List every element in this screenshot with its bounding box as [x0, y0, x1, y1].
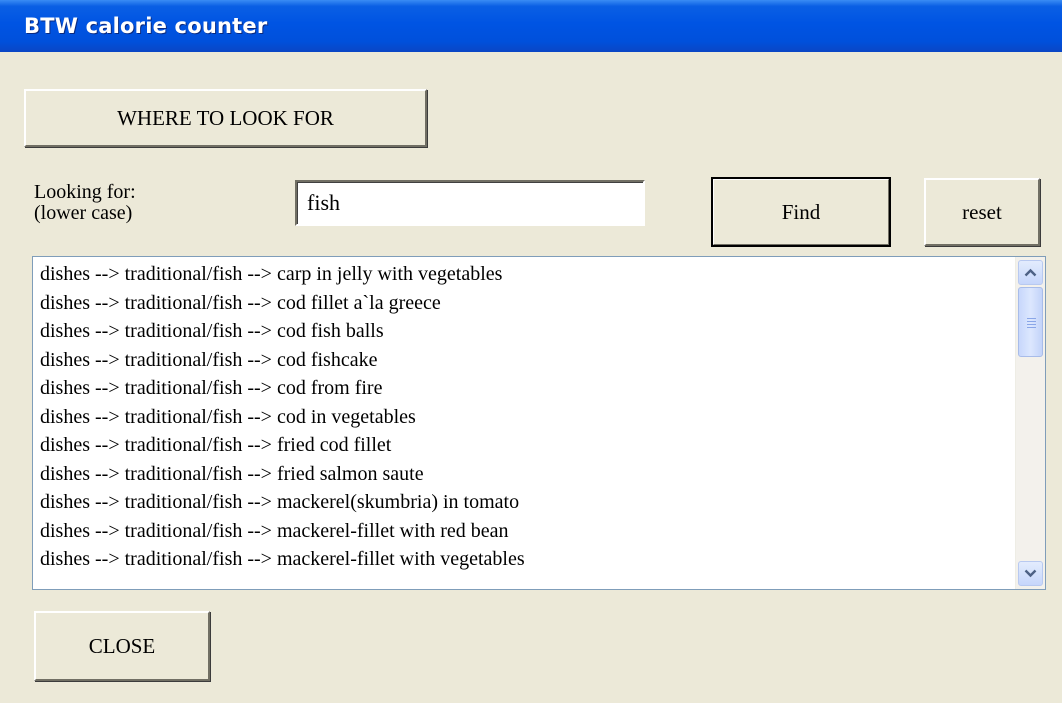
- result-item[interactable]: dishes --> traditional/fish --> mackerel…: [33, 517, 1013, 546]
- results-list: dishes --> traditional/fish --> carp in …: [33, 260, 1013, 574]
- search-label: Looking for: (lower case): [34, 182, 136, 224]
- where-to-look-for-button[interactable]: WHERE TO LOOK FOR: [24, 89, 427, 147]
- search-label-line1: Looking for:: [34, 181, 136, 203]
- result-item[interactable]: dishes --> traditional/fish --> mackerel…: [33, 488, 1013, 517]
- thumb-grip-line: [1027, 324, 1036, 325]
- thumb-grip-line: [1027, 327, 1036, 328]
- results-listbox[interactable]: dishes --> traditional/fish --> carp in …: [32, 256, 1046, 590]
- close-button[interactable]: CLOSE: [34, 611, 210, 681]
- chevron-down-icon: [1024, 569, 1037, 578]
- app-window: BTW calorie counter WHERE TO LOOK FOR Lo…: [0, 0, 1062, 703]
- scroll-down-button[interactable]: [1018, 561, 1043, 586]
- result-item[interactable]: dishes --> traditional/fish --> cod fish…: [33, 317, 1013, 346]
- result-item[interactable]: dishes --> traditional/fish --> fried co…: [33, 431, 1013, 460]
- window-title: BTW calorie counter: [24, 14, 268, 38]
- result-item[interactable]: dishes --> traditional/fish --> fried sa…: [33, 460, 1013, 489]
- title-bar[interactable]: BTW calorie counter: [0, 0, 1062, 52]
- vertical-scrollbar[interactable]: [1015, 257, 1045, 589]
- reset-button[interactable]: reset: [924, 178, 1040, 246]
- scroll-up-button[interactable]: [1018, 260, 1043, 285]
- result-item[interactable]: dishes --> traditional/fish --> cod from…: [33, 374, 1013, 403]
- result-item[interactable]: dishes --> traditional/fish --> cod in v…: [33, 403, 1013, 432]
- search-label-line2: (lower case): [34, 202, 133, 224]
- chevron-up-icon: [1024, 268, 1037, 277]
- result-item[interactable]: dishes --> traditional/fish --> cod fish…: [33, 346, 1013, 375]
- search-input[interactable]: [295, 180, 645, 226]
- thumb-grip-line: [1027, 318, 1036, 319]
- scroll-thumb[interactable]: [1018, 287, 1043, 357]
- thumb-grip-line: [1027, 321, 1036, 322]
- result-item[interactable]: dishes --> traditional/fish --> cod fill…: [33, 289, 1013, 318]
- result-item[interactable]: dishes --> traditional/fish --> mackerel…: [33, 545, 1013, 574]
- find-button[interactable]: Find: [711, 177, 891, 247]
- result-item[interactable]: dishes --> traditional/fish --> carp in …: [33, 260, 1013, 289]
